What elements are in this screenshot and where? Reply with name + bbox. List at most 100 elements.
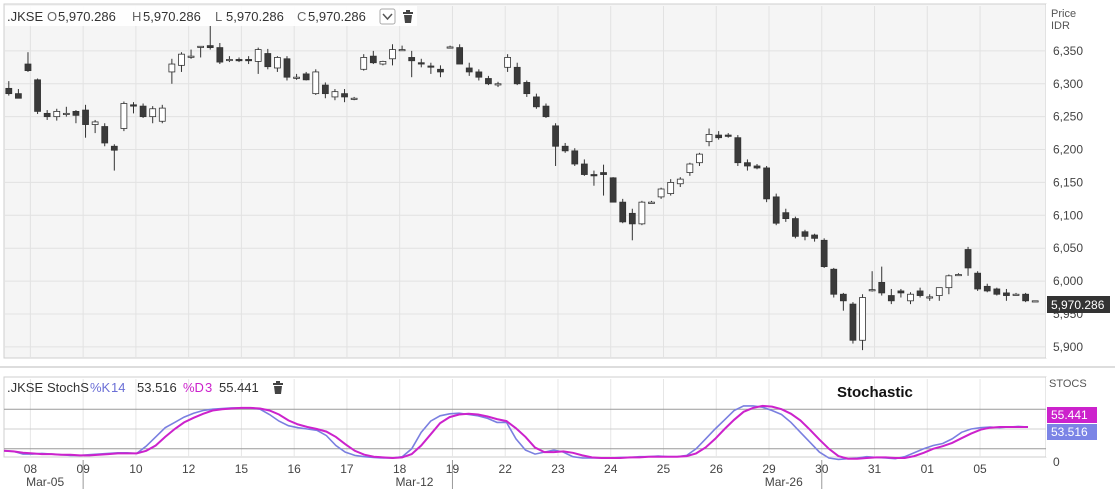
x-tick-label: 23 [551,462,565,476]
d-label: %D [183,380,204,395]
candle-body [897,290,905,294]
candle-body [264,53,272,68]
candle-body [158,107,166,122]
k-value: 53.516 [137,380,177,395]
candle-body [705,134,713,143]
candle-body [72,110,80,116]
candle-body [206,45,214,48]
candle-body [753,165,761,169]
candle-body [15,93,22,99]
price-tick-label: 6,050 [1053,241,1083,255]
candle-body [101,126,109,144]
d-value-tag-text: 55.441 [1051,408,1088,422]
candle-body [178,53,185,66]
candle-body [504,57,511,68]
candle-body [456,47,464,65]
candle-body [744,162,751,167]
candle-body [427,65,435,68]
candle-body [283,58,291,78]
candle-body [369,55,377,64]
candle-body [868,289,876,292]
candle-body [82,109,89,125]
x-tick-label: 16 [287,462,301,476]
chart-root: 5,900 5,950 6,000 6,050 6,100 6,150 6,200 6,250… [0,0,1115,489]
candle-body [542,105,550,118]
candle-body [34,79,41,112]
price-tick-label: 5,900 [1053,340,1083,354]
x-tick-label: 05 [973,462,987,476]
candle-body [715,134,723,139]
candle-body [974,272,982,290]
price-tick-label: 6,300 [1053,77,1083,91]
price-plot-area[interactable] [3,3,1047,359]
candle-body [935,287,943,296]
x-tick-label: 26 [710,462,724,476]
k-label: %K [90,380,111,395]
candle-body [964,249,972,269]
price-symbol: .JKSE [7,9,43,24]
candle-body [552,125,559,147]
candle-body [696,153,703,164]
candle-body [446,46,454,49]
k-period: 14 [111,380,125,395]
open-value: 5,970.286 [58,9,116,24]
candle-body [993,288,1001,295]
price-tick-label: 6,200 [1053,143,1083,157]
candle-body [820,239,828,268]
candle-body [130,104,137,107]
x-month-label: Mar-12 [395,475,433,489]
candle-body [379,61,387,65]
candle-body [628,212,636,225]
x-month-label: Mar-05 [26,475,64,489]
candle-body [312,71,320,95]
candle-body [216,47,224,63]
candle-body [302,73,310,81]
candle-body [638,201,646,225]
candle-body [187,55,195,58]
x-month-label: Mar-26 [765,475,803,489]
candle-body [926,296,934,299]
candle-body [676,178,684,185]
candle-body [849,303,857,341]
candle-body [523,82,531,95]
d-period: 3 [205,380,212,395]
candle-body [513,66,521,85]
candle-body [341,93,348,98]
x-tick-label: 18 [393,462,407,476]
last-price-tag: 5,970.286 [1047,296,1110,313]
stoch-legend: .JKSE StochS %K 14 53.516 %D 3 55.441 [7,380,283,395]
k-value-tag: 53.516 [1047,424,1097,440]
candle-body [772,196,780,224]
high-label: H [132,9,141,24]
x-tick-label: 29 [762,462,776,476]
candle-body [494,83,502,86]
x-axis: 08 09 10 12 15 16 17 18 19 22 23 24 25 26 29 30 31 01 05Ma… [24,460,987,489]
candle-body [907,293,914,302]
candle-body [801,231,809,237]
candle-body [293,76,300,79]
candle-body [53,110,61,118]
x-tick-label: 15 [235,462,249,476]
candle-body [648,201,655,204]
d-value: 55.441 [219,380,259,395]
candle-body [168,63,176,73]
candle-body [350,97,358,100]
close-label: C [297,9,306,24]
d-value-tag: 55.441 [1047,407,1097,423]
x-tick-label: 17 [340,462,354,476]
x-tick-label: 01 [921,462,935,476]
candle-body [1022,293,1029,302]
k-value-tag-text: 53.516 [1051,425,1088,439]
candle-body [686,163,694,173]
candle-body [437,68,444,73]
candle-body [91,121,99,125]
x-tick-label: 12 [182,462,196,476]
stoch-axis-title: STOCS [1049,378,1087,390]
chevron-down-icon[interactable] [379,8,396,25]
stoch-indicator: StochS [47,380,89,395]
candle-body [609,177,617,203]
candle-body [811,234,818,239]
candle-body [945,275,953,289]
candle-body [955,274,962,277]
x-tick-label: 25 [657,462,671,476]
